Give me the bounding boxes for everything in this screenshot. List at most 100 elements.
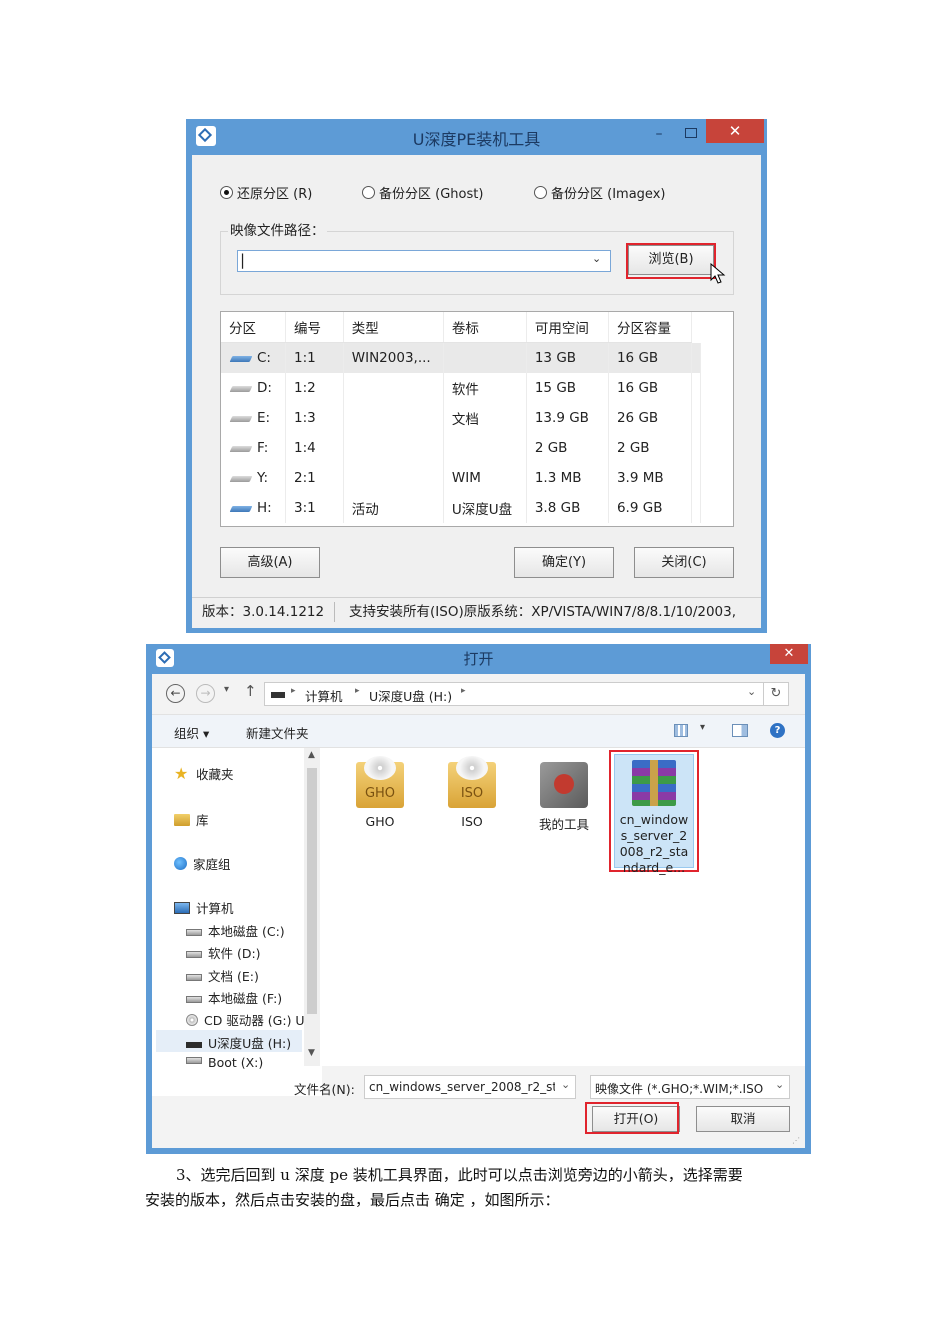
nav-drive-g[interactable]: CD 驱动器 (G:) U: [186, 1010, 305, 1029]
radio-backup-ghost[interactable]: 备份分区 (Ghost): [362, 183, 483, 202]
radio-backup-imagex[interactable]: 备份分区 (Imagex): [534, 183, 665, 202]
table-cell-free: 3.8 GB: [526, 493, 609, 523]
cell-text: 1.3 MB: [534, 470, 582, 486]
nav-label: 家庭组: [193, 857, 231, 872]
highlight-box-open: [585, 1102, 679, 1134]
pe-tool-client: 还原分区 (R) 备份分区 (Ghost) 备份分区 (Imagex) 映像文件…: [192, 155, 761, 597]
close-window-button[interactable]: ✕: [706, 119, 764, 143]
nav-favorites[interactable]: 收藏夹: [174, 764, 234, 783]
close-dialog-button[interactable]: ✕: [770, 644, 808, 664]
nav-computer[interactable]: 计算机: [174, 898, 234, 917]
file-type-filter[interactable]: 映像文件 (*.GHO;*.WIM;*.ISO ⌄: [590, 1075, 790, 1099]
table-cell-size: 26 GB: [608, 403, 693, 433]
hard-drive-icon: [186, 974, 202, 981]
cell-text: F:: [257, 440, 269, 456]
table-cell-num: 1:3: [285, 403, 344, 433]
file-item-gho-folder[interactable]: GHO GHO: [348, 756, 412, 829]
table-row[interactable]: D: 1:2 软件 15 GB 16 GB: [221, 373, 701, 403]
help-icon[interactable]: ?: [770, 723, 785, 738]
chevron-down-icon[interactable]: ⌄: [747, 685, 756, 698]
file-name: GHO: [365, 814, 395, 829]
column-header-label[interactable]: 卷标: [443, 312, 527, 343]
cell-text: 文档: [451, 412, 479, 428]
nav-label: 本地磁盘 (F:): [208, 991, 283, 1006]
view-options-icon[interactable]: [674, 724, 688, 737]
table-cell-free: 1.3 MB: [526, 463, 609, 493]
filename-input[interactable]: cn_windows_server_2008_r2_st ⌄: [364, 1075, 576, 1099]
file-item-my-tools[interactable]: 我的工具: [532, 762, 596, 833]
radio-label: 还原分区 (R): [237, 187, 313, 202]
nav-libraries[interactable]: 库: [174, 810, 209, 829]
nav-label: 库: [196, 813, 209, 828]
usb-drive-icon: [229, 353, 253, 364]
close-button[interactable]: 关闭(C): [634, 547, 734, 578]
nav-drive-d[interactable]: 软件 (D:): [186, 943, 261, 962]
refresh-icon[interactable]: ↻: [763, 682, 789, 706]
preview-pane-icon[interactable]: [732, 724, 748, 737]
cell-text: 活动: [351, 502, 379, 518]
organize-menu[interactable]: 组织 ▾: [174, 723, 209, 742]
title-bar[interactable]: U深度PE装机工具 – ✕: [186, 119, 767, 153]
recent-dropdown-icon[interactable]: ▾: [224, 684, 229, 695]
chevron-down-icon[interactable]: ▾: [700, 722, 705, 733]
table-cell-part: D:: [221, 373, 287, 403]
table-row[interactable]: E: 1:3 文档 13.9 GB 26 GB: [221, 403, 701, 433]
image-path-combobox[interactable]: | ⌄: [237, 250, 611, 272]
back-arrow-icon[interactable]: ←: [166, 684, 185, 703]
nav-drive-x[interactable]: Boot (X:): [186, 1055, 263, 1069]
scroll-up-icon[interactable]: ▲: [308, 750, 315, 760]
table-row[interactable]: H: 3:1 活动 U深度U盘 3.8 GB 6.9 GB: [221, 493, 701, 523]
cell-text: 3.9 MB: [616, 470, 664, 486]
table-row[interactable]: Y: 2:1 WIM 1.3 MB 3.9 MB: [221, 463, 701, 493]
status-divider: [334, 602, 335, 622]
cell-text: 3:1: [294, 500, 316, 516]
new-folder-button[interactable]: 新建文件夹: [246, 723, 309, 742]
maximize-button[interactable]: [680, 123, 702, 145]
ok-button[interactable]: 确定(Y): [514, 547, 614, 578]
nav-homegroup[interactable]: 家庭组: [174, 854, 231, 873]
minimize-button[interactable]: –: [648, 123, 670, 145]
nav-scrollbar[interactable]: ▲ ▼: [304, 748, 320, 1066]
advanced-button[interactable]: 高级(A): [220, 547, 320, 578]
radio-dot: [362, 186, 375, 199]
column-header-partition[interactable]: 分区: [221, 312, 287, 343]
chevron-down-icon[interactable]: ⌄: [775, 1078, 784, 1091]
cancel-button[interactable]: 取消: [696, 1106, 790, 1132]
nav-drive-c[interactable]: 本地磁盘 (C:): [186, 921, 285, 940]
table-cell-free: 13 GB: [526, 342, 609, 373]
column-header-free[interactable]: 可用空间: [526, 312, 609, 343]
forward-arrow-icon[interactable]: →: [196, 684, 215, 703]
resize-grip-icon[interactable]: ⋰: [792, 1136, 800, 1145]
table-cell-label: U深度U盘: [443, 493, 527, 523]
chevron-down-icon[interactable]: ⌄: [592, 252, 601, 265]
chevron-down-icon[interactable]: ⌄: [561, 1078, 570, 1091]
table-cell-size: 3.9 MB: [608, 463, 693, 493]
nav-label: U深度U盘 (H:): [208, 1036, 292, 1051]
column-header-type[interactable]: 类型: [343, 312, 444, 343]
column-header-number[interactable]: 编号: [285, 312, 344, 343]
column-header-size[interactable]: 分区容量: [608, 312, 693, 343]
address-bar[interactable]: ▸ 计算机 ▸ U深度U盘 (H:) ▸ ⌄: [264, 682, 764, 706]
nav-drive-f[interactable]: 本地磁盘 (F:): [186, 988, 282, 1007]
radio-restore-partition[interactable]: 还原分区 (R): [220, 183, 312, 202]
table-row[interactable]: F: 1:4 2 GB 2 GB: [221, 433, 701, 463]
navigation-pane: 收藏夹 库 家庭组 计算机 本地磁盘 (C:) 软件 (D:) 文档 (E:) …: [152, 748, 322, 1096]
table-cell-type: 活动: [343, 493, 444, 523]
table-cell-label: 软件: [443, 373, 527, 403]
table-row[interactable]: C: 1:1 WIN2003,... 13 GB 16 GB: [221, 342, 701, 373]
scroll-thumb[interactable]: [307, 768, 317, 1014]
mouse-cursor-icon: [710, 263, 726, 284]
file-item-iso-folder[interactable]: ISO ISO: [440, 756, 504, 829]
title-bar[interactable]: 打开 ✕: [146, 644, 811, 672]
breadcrumb-computer[interactable]: 计算机: [305, 686, 343, 705]
up-arrow-icon[interactable]: ↑: [244, 682, 257, 700]
nav-label: 文档 (E:): [208, 969, 259, 984]
table-cell-label: WIM: [443, 463, 527, 493]
nav-drive-e[interactable]: 文档 (E:): [186, 966, 259, 985]
breadcrumb-usb-drive[interactable]: U深度U盘 (H:): [369, 686, 452, 705]
nav-drive-h[interactable]: U深度U盘 (H:): [186, 1033, 291, 1052]
text-caret: |: [240, 251, 246, 269]
scroll-down-icon[interactable]: ▼: [308, 1048, 315, 1058]
hard-drive-icon: [186, 929, 202, 936]
file-item-windows-server-image[interactable]: cn_window s_server_2 008_r2_sta ndard_e.…: [616, 760, 692, 876]
